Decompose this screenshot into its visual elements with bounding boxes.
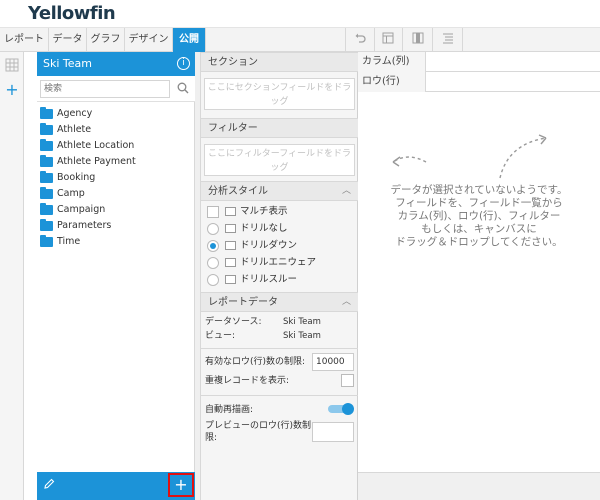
columns-icon[interactable] — [408, 31, 428, 49]
undo-icon[interactable] — [350, 31, 370, 49]
left-rail: + — [0, 52, 24, 500]
hint-arrows-icon — [392, 134, 547, 179]
report-settings-panel: セクション ここにセクションフィールドをドラッグ フィルター ここにフィルターフ… — [201, 52, 358, 500]
folder-icon — [40, 203, 53, 215]
report-data-header[interactable]: レポートデータ ︿ — [201, 292, 358, 312]
row-limit-input[interactable]: 10000 — [312, 353, 354, 371]
no-drill-radio[interactable] — [207, 223, 219, 235]
search-bar — [37, 76, 195, 102]
folder-icon — [40, 235, 53, 247]
folder-icon — [40, 123, 53, 135]
filter-header: フィルター — [201, 118, 358, 138]
analysis-style-header[interactable]: 分析スタイル ︿ — [201, 181, 358, 201]
data-source-label: データソース: — [205, 317, 262, 327]
view-value: Ski Team — [283, 331, 321, 341]
folder-icon — [40, 139, 53, 151]
field-panel-footer: + — [37, 472, 195, 500]
grid-icon[interactable] — [4, 58, 20, 74]
folder-list: Agency Athlete Athlete Location Athlete … — [37, 106, 195, 250]
folder-item[interactable]: Time — [37, 234, 195, 250]
view-label: ビュー: — [205, 331, 236, 341]
app-header: Yellowfin — [0, 0, 600, 28]
tab-chart[interactable]: グラフ — [87, 28, 125, 52]
duplicates-label: 重複レコードを表示: — [205, 376, 290, 386]
drill-through-radio[interactable] — [207, 274, 219, 286]
folder-item[interactable]: Camp — [37, 186, 195, 202]
section-dropzone[interactable]: ここにセクションフィールドをドラッグ — [204, 78, 355, 110]
search-icon[interactable] — [177, 82, 189, 94]
column-drop-row[interactable]: カラム(列) — [358, 52, 600, 72]
empty-canvas-message: データが選択されていないようです。 フィールドを、フィールド一覧から カラム(列… — [390, 184, 568, 248]
drill-anywhere-icon — [225, 258, 236, 267]
pencil-icon[interactable] — [41, 478, 57, 494]
folder-icon — [40, 107, 53, 119]
multi-view-checkbox[interactable] — [207, 206, 219, 218]
folder-item[interactable]: Athlete — [37, 122, 195, 138]
column-label: カラム(列) — [358, 52, 426, 72]
multi-view-icon — [225, 207, 236, 216]
folder-item[interactable]: Parameters — [37, 218, 195, 234]
tab-data[interactable]: データ — [49, 28, 87, 52]
yellowfin-logo[interactable]: Yellowfin — [28, 3, 116, 24]
tab-design[interactable]: デザイン — [125, 28, 173, 52]
tab-report[interactable]: レポート — [0, 28, 49, 52]
data-source-value: Ski Team — [283, 317, 321, 327]
chevron-up-icon[interactable]: ︿ — [342, 293, 351, 312]
auto-refresh-label: 自動再描画: — [205, 405, 254, 415]
folder-icon — [40, 187, 53, 199]
folder-item[interactable]: Agency — [37, 106, 195, 122]
field-panel-header: Ski Team i — [37, 52, 195, 76]
folder-item[interactable]: Campaign — [37, 202, 195, 218]
preview-limit-label-cont: 限: — [205, 433, 218, 443]
info-icon[interactable]: i — [177, 57, 190, 70]
folder-icon — [40, 155, 53, 167]
drill-down-icon — [225, 241, 236, 250]
auto-refresh-toggle[interactable] — [328, 403, 354, 415]
tab-publish[interactable]: 公開 — [173, 28, 206, 52]
preview-limit-label: プレビューのロウ(行)数制 — [205, 421, 312, 431]
section-header: セクション — [201, 52, 358, 72]
drill-through-icon — [225, 275, 236, 284]
folder-item[interactable]: Booking — [37, 170, 195, 186]
drill-down-radio[interactable] — [207, 240, 219, 252]
row-label: ロウ(行) — [358, 72, 426, 92]
preview-limit-input[interactable] — [312, 422, 354, 442]
table-icon[interactable] — [378, 31, 398, 49]
menu-bar: レポート データ グラフ デザイン 公開 — [0, 28, 600, 52]
report-canvas[interactable]: カラム(列) ロウ(行) データが選択されていないようです。 フィールドを、フィ… — [358, 52, 600, 500]
field-panel: Ski Team i Agency Athlete Athlete Locati… — [37, 52, 195, 500]
add-field-button[interactable]: + — [168, 473, 194, 497]
filter-dropzone[interactable]: ここにフィルターフィールドをドラッグ — [204, 144, 355, 176]
row-limit-label: 有効なロウ(行)数の制限: — [205, 357, 306, 367]
folder-icon — [40, 171, 53, 183]
duplicates-checkbox[interactable] — [341, 374, 354, 387]
chevron-up-icon[interactable]: ︿ — [342, 182, 351, 201]
folder-item[interactable]: Athlete Location — [37, 138, 195, 154]
view-title: Ski Team — [43, 57, 92, 70]
list-icon[interactable] — [438, 31, 458, 49]
search-input[interactable] — [40, 80, 170, 98]
folder-icon — [40, 219, 53, 231]
plus-icon[interactable]: + — [4, 82, 20, 98]
folder-item[interactable]: Athlete Payment — [37, 154, 195, 170]
row-drop-row[interactable]: ロウ(行) — [358, 72, 600, 92]
no-drill-icon — [225, 224, 236, 233]
drill-anywhere-radio[interactable] — [207, 257, 219, 269]
canvas-footer — [358, 472, 600, 500]
